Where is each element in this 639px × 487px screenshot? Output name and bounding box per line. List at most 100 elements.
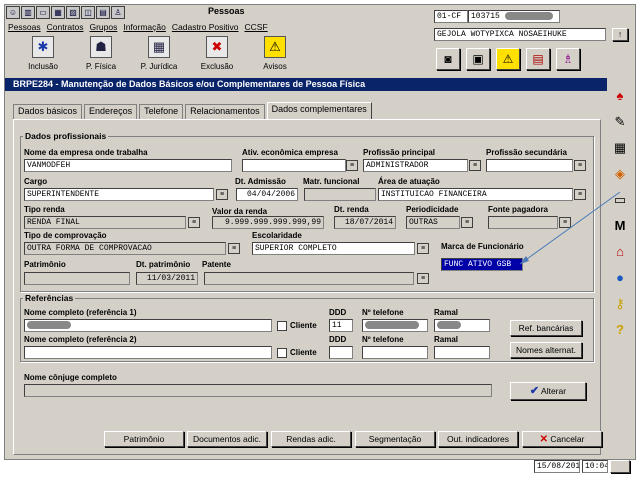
- gift-icon[interactable]: ▤: [526, 48, 550, 70]
- bars-icon[interactable]: ▥: [21, 6, 35, 19]
- ref2-name-input[interactable]: [24, 346, 272, 359]
- escolaridade-lookup-button[interactable]: ≡: [417, 243, 429, 254]
- id-card-icon[interactable]: ▣: [466, 48, 490, 70]
- empresa-input[interactable]: VANMODFEH: [24, 159, 232, 172]
- ref1-ramal-input[interactable]: [434, 319, 490, 332]
- status-time: 10:04: [582, 460, 608, 473]
- house-icon[interactable]: ⌂: [610, 242, 630, 262]
- cancel-x-icon: ✕: [539, 434, 548, 445]
- ref1-cliente-checkbox[interactable]: [277, 321, 287, 331]
- ativ-economica-lookup-button[interactable]: ≡: [346, 160, 358, 171]
- matr-funcional-input[interactable]: [304, 188, 376, 201]
- ref2-ddd-input[interactable]: [329, 346, 353, 359]
- ref2-cliente-checkbox[interactable]: [277, 348, 287, 358]
- profissao-principal-input[interactable]: ADMINISTRADOR: [363, 159, 468, 172]
- ref-bancarias-button[interactable]: Ref. bancárias: [510, 320, 582, 336]
- area-atuacao-label: Área de atuação: [378, 177, 440, 186]
- tab-dados-complementares[interactable]: Dados complementares: [266, 102, 372, 119]
- ref1-cliente-label: Cliente: [290, 321, 317, 330]
- cargo-lookup-button[interactable]: ≡: [216, 189, 228, 200]
- menu-grupos[interactable]: Grupos: [89, 22, 117, 32]
- alterar-button[interactable]: ✔ Alterar: [510, 382, 586, 400]
- ref1-telefone-label: Nº telefone: [362, 308, 404, 317]
- out-indicadores-button[interactable]: Out. indicadores: [438, 431, 518, 447]
- inclusao-button[interactable]: ✱ Inclusão: [14, 36, 72, 71]
- dados-profissionais-title: Dados profissionais: [23, 131, 109, 141]
- documentos-adic-button[interactable]: Documentos adic.: [187, 431, 267, 447]
- menu-informacao[interactable]: Informação: [123, 22, 166, 32]
- dt-patrimonio-input[interactable]: 11/03/2011: [136, 272, 198, 285]
- ref1-telefone-input[interactable]: [362, 319, 428, 332]
- warning-small-icon[interactable]: ⚠: [496, 48, 520, 70]
- tipo-renda-input[interactable]: RENDA FINAL: [24, 216, 186, 229]
- tab-dados-basicos[interactable]: Dados básicos: [13, 104, 83, 119]
- ref2-telefone-input[interactable]: [362, 346, 428, 359]
- tab-enderecos[interactable]: Endereços: [84, 104, 138, 119]
- grid-icon[interactable]: ▦: [51, 6, 65, 19]
- status-end-button[interactable]: [610, 460, 630, 473]
- ref1-ddd-input[interactable]: 11: [329, 319, 353, 332]
- patente-input[interactable]: [204, 272, 414, 285]
- ativ-economica-input[interactable]: [242, 159, 346, 172]
- cargo-input[interactable]: SUPERINTENDENTE: [24, 188, 214, 201]
- users-icon[interactable]: ☺: [6, 6, 20, 19]
- globe-icon[interactable]: ●: [610, 268, 630, 288]
- escolaridade-input[interactable]: SUPERIOR COMPLETO: [252, 242, 415, 255]
- window-icon[interactable]: ◫: [81, 6, 95, 19]
- dt-patrimonio-label: Dt. patrimônio: [136, 260, 191, 269]
- monitor-icon[interactable]: ▭: [610, 190, 630, 210]
- edit-doc-icon[interactable]: ✎: [610, 112, 630, 132]
- pessoa-fisica-button[interactable]: ☗ P. Física: [72, 36, 130, 71]
- dt-admissao-input[interactable]: 04/04/2006: [236, 188, 298, 201]
- chart-icon[interactable]: ▨: [66, 6, 80, 19]
- conjuge-input[interactable]: [24, 384, 492, 397]
- family-icon[interactable]: ♗: [556, 48, 580, 70]
- patrimonio-button[interactable]: Patrimônio: [104, 431, 184, 447]
- books-icon[interactable]: ▤: [96, 6, 110, 19]
- brand-logo-icon[interactable]: ♠: [610, 86, 630, 106]
- key-icon[interactable]: ⚷: [610, 294, 630, 314]
- profissao-principal-lookup-button[interactable]: ≡: [469, 160, 481, 171]
- menu-cadastro-positivo[interactable]: Cadastro Positivo: [172, 22, 239, 32]
- ref2-ramal-input[interactable]: [434, 346, 490, 359]
- avisos-button[interactable]: ⚠ Avisos: [246, 36, 304, 71]
- operator-code-field: 103715: [468, 10, 560, 23]
- dt-renda-input[interactable]: 18/07/2014: [334, 216, 396, 229]
- help-icon[interactable]: ?: [610, 320, 630, 340]
- valor-renda-input[interactable]: 9.999.999.999.999,99: [212, 216, 324, 229]
- tipo-comprovacao-lookup-button[interactable]: ≡: [228, 243, 240, 254]
- patrimonio-input[interactable]: [24, 272, 130, 285]
- ref1-name-input[interactable]: [24, 319, 272, 332]
- menu-ccsf[interactable]: CCSF: [245, 22, 268, 32]
- profissao-secundaria-lookup-button[interactable]: ≡: [574, 160, 586, 171]
- pessoas-module-label: Pessoas: [208, 6, 245, 16]
- patente-lookup-button[interactable]: ≡: [417, 273, 429, 284]
- quick-toolbar: ☺ ▥ ▭ ▦ ▨ ◫ ▤ ♙: [6, 6, 125, 20]
- tab-relacionamentos[interactable]: Relacionamentos: [185, 104, 265, 119]
- menu-contratos[interactable]: Contratos: [47, 22, 84, 32]
- camera-icon[interactable]: ◙: [436, 48, 460, 70]
- redacted-block: [365, 320, 419, 329]
- profissao-secundaria-input[interactable]: [486, 159, 573, 172]
- tipo-comprovacao-input[interactable]: OUTRA FORMA DE COMPROVACAO: [24, 242, 226, 255]
- segmentacao-button[interactable]: Segmentação: [355, 431, 435, 447]
- folder-icon[interactable]: ▭: [36, 6, 50, 19]
- ref2-ramal-label: Ramal: [434, 335, 459, 344]
- pessoa-juridica-button[interactable]: ▦ P. Jurídica: [130, 36, 188, 71]
- periodicidade-input[interactable]: OUTRAS: [406, 216, 460, 229]
- main-toolbar: ✱ Inclusão ☗ P. Física ▦ P. Jurídica ✖ E…: [14, 36, 304, 71]
- nomes-alternat-button[interactable]: Nomes alternat.: [510, 342, 582, 358]
- cancelar-button[interactable]: ✕ Cancelar: [522, 431, 602, 447]
- tab-telefone[interactable]: Telefone: [139, 104, 184, 119]
- people-icon[interactable]: ♙: [111, 6, 125, 19]
- m-base-icon[interactable]: M: [610, 216, 630, 236]
- rendas-adic-button[interactable]: Rendas adic.: [271, 431, 351, 447]
- puzzle-icon[interactable]: ◈: [610, 164, 630, 184]
- profissao-secundaria-label: Profissão secundária: [486, 148, 567, 157]
- periodicidade-lookup-button[interactable]: ≡: [461, 217, 473, 228]
- menu-pessoas[interactable]: Pessoas: [8, 22, 41, 32]
- calculator-icon[interactable]: ▦: [610, 138, 630, 158]
- tipo-renda-lookup-button[interactable]: ≡: [188, 217, 200, 228]
- key-button[interactable]: ↑: [612, 28, 628, 41]
- exclusao-button[interactable]: ✖ Exclusão: [188, 36, 246, 71]
